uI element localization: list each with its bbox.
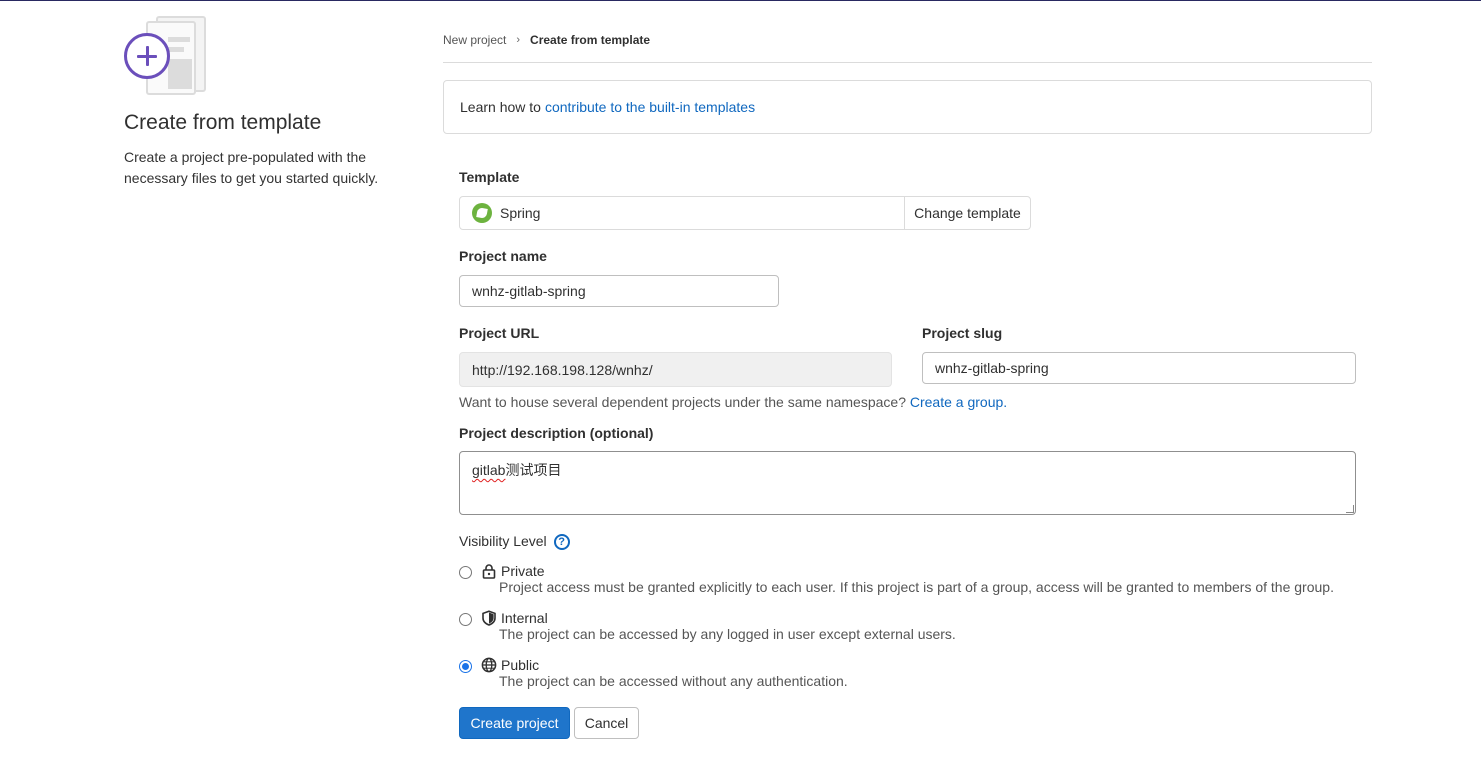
private-radio[interactable] [459,566,472,579]
internal-description: The project can be accessed by any logge… [499,626,956,642]
sidebar: Create from template Create a project pr… [124,15,414,189]
resize-handle[interactable] [1346,505,1354,513]
project-slug-input[interactable]: wnhz-gitlab-spring [922,352,1356,384]
create-group-link[interactable]: Create a group. [910,394,1007,410]
main-content: New project › Create from template Learn… [443,1,1372,739]
public-radio[interactable] [459,660,472,673]
template-value: Spring [500,205,541,221]
project-url-label: Project URL [459,325,540,341]
info-text: Learn how to [460,99,541,115]
project-name-input[interactable]: wnhz-gitlab-spring [459,275,779,307]
breadcrumb-current: Create from template [530,32,651,47]
shield-icon [482,610,496,626]
new-project-illustration [124,15,214,97]
public-title: Public [501,657,540,673]
spring-logo-icon [472,203,492,223]
cancel-button[interactable]: Cancel [574,707,639,739]
info-alert: Learn how to contribute to the built-in … [443,80,1372,134]
description-label: Project description (optional) [459,425,654,441]
description-spellcheck-word: gitlab [472,462,506,478]
page-description: Create a project pre-populated with the … [124,149,379,186]
visibility-label: Visibility Level [459,533,547,549]
globe-icon [481,657,497,673]
change-template-button[interactable]: Change template [904,197,1030,229]
breadcrumb: New project › Create from template [443,1,1372,63]
help-icon[interactable]: ? [553,534,570,551]
visibility-label-wrap: Visibility Level ? [459,533,570,551]
public-description: The project can be accessed without any … [499,673,848,689]
template-label: Template [459,169,520,185]
plus-icon [124,33,170,79]
project-slug-label: Project slug [922,325,1003,341]
internal-radio[interactable] [459,613,472,626]
project-url-input: http://192.168.198.128/wnhz/ [459,352,892,387]
contribute-templates-link[interactable]: contribute to the built-in templates [545,99,755,115]
lock-icon [482,564,496,579]
namespace-help: Want to house several dependent projects… [459,394,1008,410]
template-selector: Spring Change template [459,196,1031,230]
private-title: Private [501,563,545,579]
project-description-textarea[interactable]: gitlab测试项目 [459,451,1356,515]
breadcrumb-new-project[interactable]: New project [443,33,506,47]
chevron-right-icon: › [516,33,521,46]
project-name-label: Project name [459,248,547,264]
page-title: Create from template [124,111,322,134]
description-text: 测试项目 [505,462,562,478]
create-project-button[interactable]: Create project [459,707,570,739]
internal-title: Internal [501,610,548,626]
private-description: Project access must be granted explicitl… [499,579,1334,595]
